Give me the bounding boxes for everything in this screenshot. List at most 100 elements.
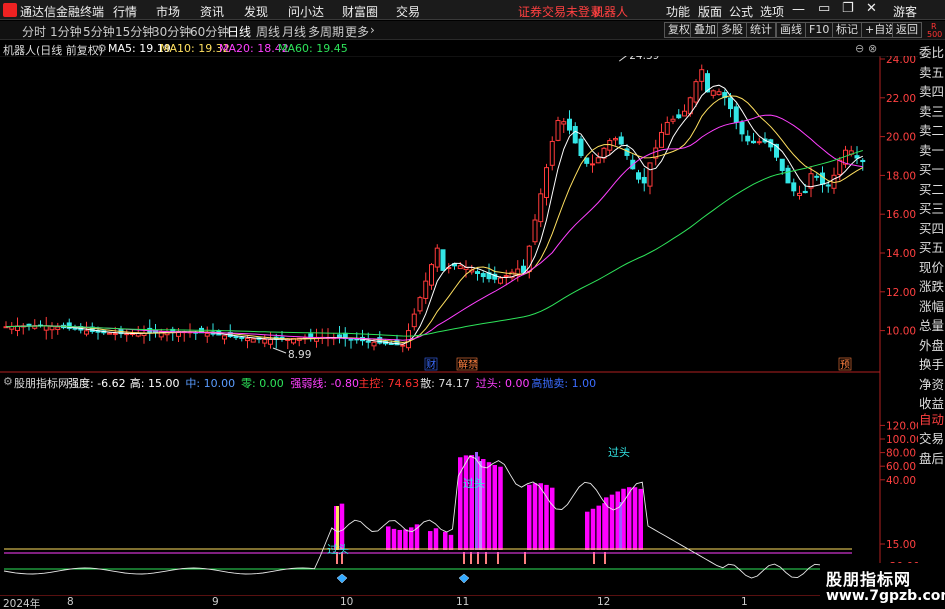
tongji-button[interactable]: 统计	[746, 22, 776, 38]
huaxian-button[interactable]: 画线	[776, 22, 806, 38]
candle-body	[417, 297, 423, 312]
moving-average-lines: 24.39 8.99	[5, 56, 864, 361]
price-label: 24.00	[886, 56, 916, 66]
indicator-settings-icon[interactable]: ⚙	[3, 375, 13, 388]
restore-icon[interactable]: ❐	[842, 1, 854, 16]
ind-axis-label: 100.00	[886, 434, 918, 446]
ma10-line	[5, 95, 864, 344]
indicator-bar	[527, 484, 532, 550]
diejia-button[interactable]: 叠加	[690, 22, 720, 38]
candle-body	[538, 193, 544, 223]
period-fenshi[interactable]: 分时	[22, 23, 46, 40]
indicator-bar	[448, 534, 454, 550]
low-pointer	[272, 347, 287, 354]
candle-body	[802, 190, 808, 194]
login-warning[interactable]: 证券交易未登录	[518, 3, 602, 20]
signal-diamond-icon	[458, 573, 470, 584]
close-pane-icon[interactable]: ⊗	[868, 42, 877, 55]
period-more[interactable]: 更多	[345, 23, 369, 40]
menu-shichang[interactable]: 市场	[156, 3, 180, 20]
period-15min[interactable]: 15分钟	[115, 23, 154, 40]
candle-body	[664, 121, 670, 135]
kline-chart[interactable]: 24.39 8.99 24.00 22.00 20.00 18.00 16.00 14.00…	[0, 56, 918, 596]
period-more-arrow-icon[interactable]: ›	[370, 23, 375, 37]
period-1min[interactable]: 1分钟	[50, 23, 82, 40]
menu-zixun[interactable]: 资讯	[200, 3, 224, 20]
side-item-11: 现价	[919, 259, 945, 275]
ind-axis-label: 15.00	[886, 539, 916, 551]
indicator-value-6: 散: 74.17	[420, 377, 470, 390]
candle-body	[400, 344, 406, 347]
indicator-pin	[477, 552, 479, 564]
biaoji-button[interactable]: 标记	[832, 22, 862, 38]
maximize-icon[interactable]: ▭	[818, 1, 830, 16]
candle-body	[751, 140, 756, 144]
side-item-8: 买三	[919, 201, 945, 216]
candle-body	[756, 141, 762, 144]
indicator-pin	[485, 552, 487, 564]
side-item-0: 委比	[919, 45, 945, 60]
candle-body	[613, 138, 618, 141]
menu-gongshi[interactable]: 公式	[729, 3, 753, 20]
indicator-value-1: 高: 15.00	[129, 377, 180, 390]
period-5min[interactable]: 5分钟	[83, 23, 115, 40]
watermark: 股朋指标网 www.7gpzb.com	[820, 563, 945, 609]
side-item-15: 外盘	[919, 337, 945, 353]
candle-body	[567, 118, 572, 131]
indicator-bar	[585, 511, 590, 550]
period-60min[interactable]: 60分钟	[190, 23, 229, 40]
period-monthly[interactable]: 月线	[282, 23, 306, 40]
candle-body	[434, 247, 440, 268]
side-item-21[interactable]: 盘后	[919, 451, 944, 467]
xaxis-oct: 10	[340, 596, 354, 608]
f10-button[interactable]: F10	[805, 22, 834, 38]
duogu-button[interactable]: 多股	[717, 22, 747, 38]
indicator-bar	[492, 465, 497, 550]
back-button[interactable]: 返回	[892, 22, 922, 38]
minimize-icon[interactable]: —	[792, 2, 805, 17]
candle-body	[222, 335, 227, 340]
menu-caifuquan[interactable]: 财富圈	[342, 3, 378, 20]
xaxis-aug: 8	[67, 596, 74, 608]
menu-gongneng[interactable]: 功能	[666, 3, 690, 20]
indicator-value-3: 零: 0.00	[241, 377, 284, 390]
watermark-name: 股朋指标网	[826, 570, 912, 589]
candle-body	[699, 69, 705, 82]
period-30min[interactable]: 30分钟	[152, 23, 191, 40]
candle-body	[245, 338, 250, 342]
candle-body	[710, 90, 716, 96]
candle-body	[670, 118, 676, 122]
menu-wenxiaoda[interactable]: 问小达	[288, 3, 324, 20]
indicator-bar	[397, 529, 402, 550]
candle-body	[676, 114, 682, 119]
period-daily[interactable]: 日线	[227, 23, 251, 40]
candle-body	[641, 176, 647, 184]
side-item-19[interactable]: 自动	[919, 412, 944, 428]
side-item-20[interactable]: 交易	[919, 431, 944, 447]
candle-body	[820, 172, 825, 185]
high-pointer	[618, 56, 627, 62]
indicator-value-5: 主控: 74.63	[358, 377, 420, 390]
candle-body	[779, 158, 785, 171]
menu-xuanxiang[interactable]: 选项	[760, 3, 784, 20]
candle-body	[618, 136, 624, 145]
indicator-bar	[596, 505, 601, 550]
side-r-value: 500	[927, 30, 943, 39]
settings-icon[interactable]: ⚙	[97, 42, 107, 55]
close-icon[interactable]: ✕	[866, 1, 877, 16]
menu-hangqing[interactable]: 行情	[113, 3, 137, 20]
xaxis-dec: 12	[597, 596, 611, 608]
zoom-out-icon[interactable]: ⊖	[855, 42, 864, 55]
menu-banmian[interactable]: 版面	[698, 3, 722, 20]
candle-body	[739, 121, 745, 135]
candle-body	[268, 338, 273, 345]
candle-body	[239, 336, 245, 339]
menu-jiaoyi[interactable]: 交易	[396, 3, 420, 20]
period-multi[interactable]: 多周期	[308, 23, 344, 40]
candle-body	[797, 192, 802, 197]
menu-faxian[interactable]: 发现	[244, 3, 268, 20]
indicator-axis: 120.00100.0080.0060.0040.0015.00-20.0014…	[880, 420, 918, 573]
guest-user[interactable]: 游客	[893, 3, 917, 20]
period-weekly[interactable]: 周线	[256, 23, 280, 40]
indicator-bar	[386, 526, 391, 550]
